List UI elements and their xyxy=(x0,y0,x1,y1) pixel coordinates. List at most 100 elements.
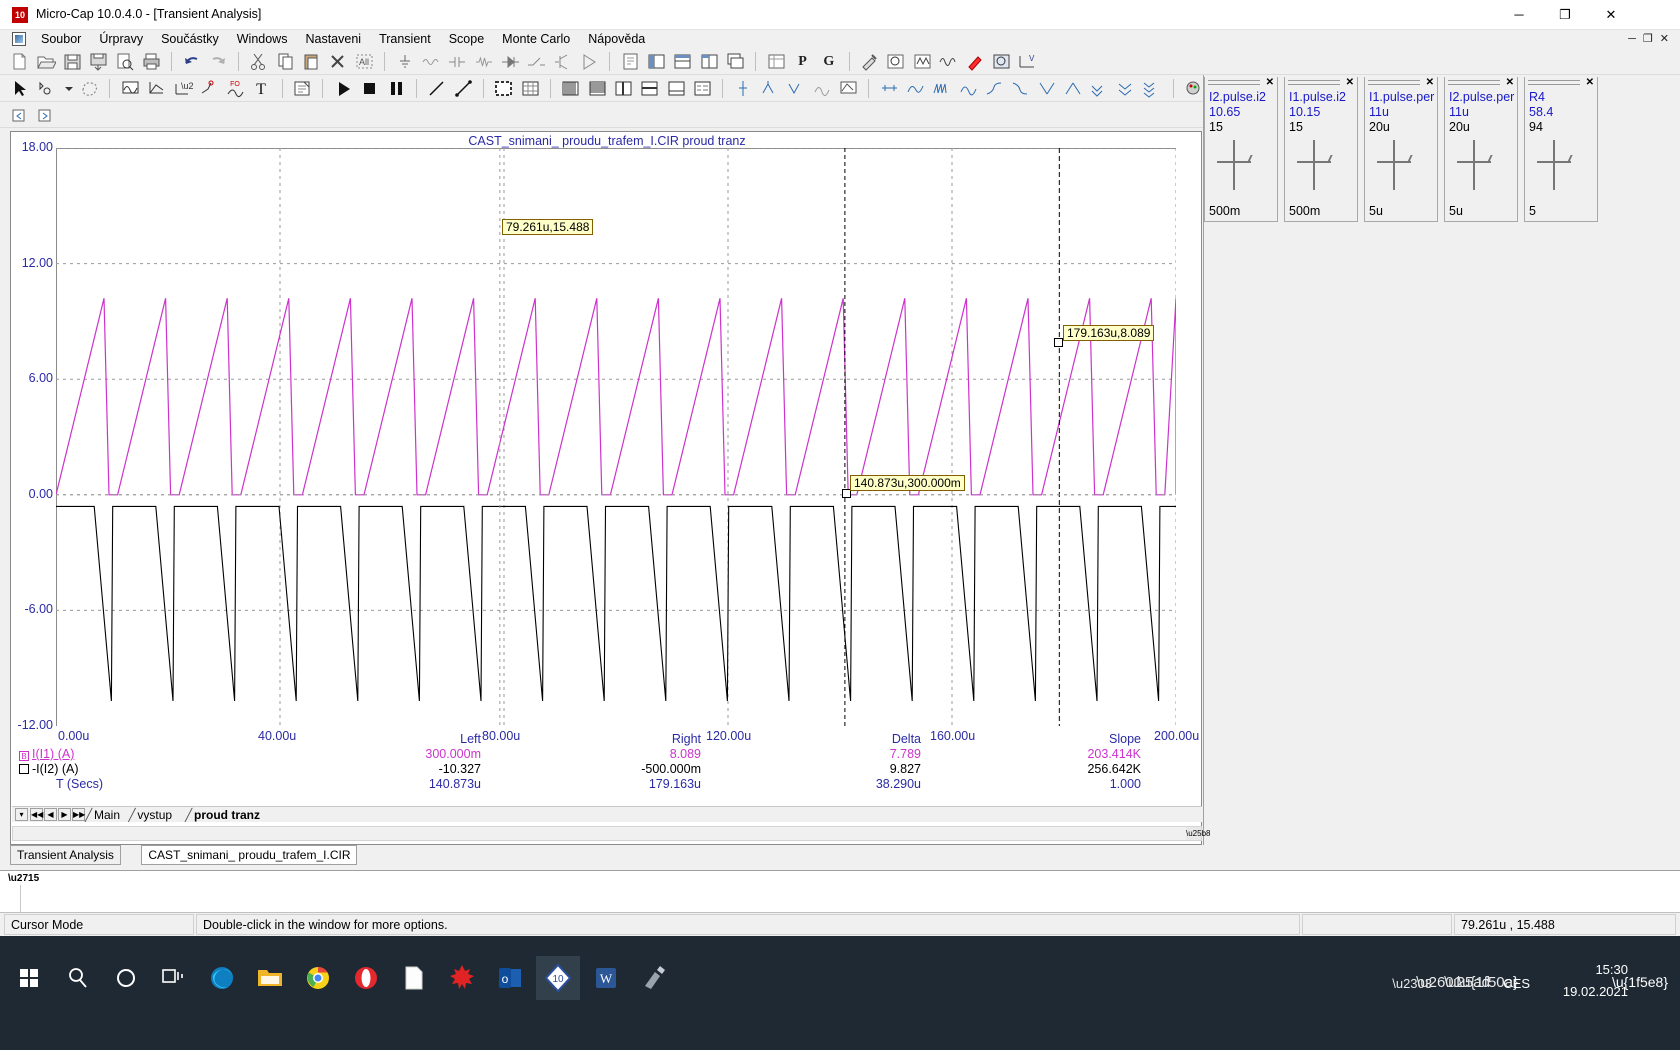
slider-panel[interactable]: ✕ I1.pulse.i2 10.15 15 500m xyxy=(1284,77,1358,222)
derivative-icon[interactable] xyxy=(199,78,220,99)
menu-item-scope[interactable]: Scope xyxy=(440,30,493,48)
paste-icon[interactable] xyxy=(301,51,322,72)
page-tab-proud-tranz[interactable]: proud tranz xyxy=(194,808,260,822)
triple-chevron-icon[interactable] xyxy=(1142,78,1163,99)
close-icon[interactable]: ✕ xyxy=(1346,77,1354,88)
slider-thumb[interactable] xyxy=(1377,161,1411,163)
close-icon[interactable]: ✕ xyxy=(1266,77,1274,88)
cut-icon[interactable] xyxy=(248,51,269,72)
scope-view-icon[interactable] xyxy=(991,51,1012,72)
menu-item-nastaveni[interactable]: Nastaveni xyxy=(296,30,370,48)
task-view-button[interactable] xyxy=(152,956,196,1000)
drag-handle[interactable] xyxy=(1368,80,1420,85)
new-file-icon[interactable] xyxy=(9,51,30,72)
page-prev-button[interactable]: ◀ xyxy=(44,808,57,821)
cursor-high-icon[interactable] xyxy=(812,78,833,99)
page-forward-icon[interactable] xyxy=(35,105,56,126)
notepad-button[interactable] xyxy=(392,956,436,1000)
chevron-down-icon[interactable] xyxy=(62,78,74,99)
close-icon[interactable]: ✕ xyxy=(1426,77,1434,88)
probe-p-icon[interactable]: P xyxy=(792,51,813,72)
slider-panel[interactable]: ✕ I1.pulse.per 11u 20u 5u xyxy=(1364,77,1438,222)
switch-symbol-icon[interactable] xyxy=(526,51,547,72)
menu-item-součástky[interactable]: Součástky xyxy=(152,30,228,48)
page-back-icon[interactable] xyxy=(9,105,30,126)
cursor-mode-icon[interactable] xyxy=(733,78,754,99)
start-button[interactable] xyxy=(8,956,52,1000)
cursor-valley-icon[interactable] xyxy=(785,78,806,99)
stop-icon[interactable] xyxy=(359,78,380,99)
save-all-icon[interactable] xyxy=(88,51,109,72)
curve-color-box[interactable] xyxy=(19,764,29,774)
ground-symbol-icon[interactable] xyxy=(395,51,416,72)
curve-color-box[interactable]: B xyxy=(19,751,29,761)
page-dropdown-button[interactable]: ▾ xyxy=(15,808,28,821)
text-tool-icon[interactable]: T xyxy=(251,78,272,99)
close-icon[interactable]: ✕ xyxy=(1506,77,1514,88)
zoom-window-icon[interactable] xyxy=(885,51,906,72)
copy-icon[interactable] xyxy=(275,51,296,72)
close-icon[interactable]: ✕ xyxy=(1586,77,1594,88)
redo-icon[interactable] xyxy=(208,51,229,72)
variable-stepper-icon[interactable]: V xyxy=(1017,51,1038,72)
performance-tag-icon[interactable] xyxy=(905,78,926,99)
microcap-button[interactable]: 10 xyxy=(536,956,580,1000)
mdi-window-controls[interactable]: ─❐✕ xyxy=(1628,32,1676,45)
language-indicator[interactable]: CES xyxy=(1503,976,1530,991)
probe-g-icon[interactable]: G xyxy=(818,51,839,72)
drag-handle[interactable] xyxy=(1208,80,1260,85)
opera-button[interactable] xyxy=(344,956,388,1000)
page-first-button[interactable]: ◀◀ xyxy=(30,808,43,821)
zigzag-icon[interactable] xyxy=(1089,78,1110,99)
stack-plots-icon[interactable] xyxy=(639,78,660,99)
minimize-button[interactable]: ─ xyxy=(1496,0,1542,30)
select-all-icon[interactable]: All xyxy=(354,51,375,72)
slope-left-icon[interactable] xyxy=(1037,78,1058,99)
diode-symbol-icon[interactable] xyxy=(500,51,521,72)
save-icon[interactable] xyxy=(62,51,83,72)
page-tab-vystup[interactable]: vystup xyxy=(137,808,172,822)
slider-track[interactable] xyxy=(1553,140,1555,190)
horizontal-scrollbar[interactable]: \u25b8 xyxy=(12,826,1210,841)
notifications-icon[interactable]: \u{1f5e8} xyxy=(1612,974,1668,990)
page-setup-icon[interactable] xyxy=(620,51,641,72)
drag-handle[interactable] xyxy=(1448,80,1500,85)
edge-button[interactable] xyxy=(200,956,244,1000)
print-preview-icon[interactable] xyxy=(114,51,135,72)
page-tab-main[interactable]: Main xyxy=(94,808,120,822)
lasso-select-icon[interactable] xyxy=(79,78,100,99)
mdi-restore-button[interactable]: ❐ xyxy=(1643,33,1660,45)
document-tab[interactable]: Transient Analysis xyxy=(10,845,121,865)
menu-item-úrpravy[interactable]: Úrpravy xyxy=(90,30,152,48)
marker-pen-icon[interactable] xyxy=(964,51,985,72)
window-tile-v-icon[interactable] xyxy=(699,51,720,72)
slider-thumb[interactable] xyxy=(1457,161,1491,163)
drag-handle[interactable] xyxy=(1528,80,1580,85)
axis-scale-icon[interactable] xyxy=(146,78,167,99)
cursor-peak-icon[interactable] xyxy=(759,78,780,99)
drag-handle[interactable] xyxy=(1288,80,1340,85)
window-cascade-icon[interactable] xyxy=(725,51,746,72)
word-button[interactable]: W xyxy=(584,956,628,1000)
transistor-symbol-icon[interactable] xyxy=(553,51,574,72)
double-chevron-icon[interactable] xyxy=(1116,78,1137,99)
peak-curve-icon[interactable] xyxy=(958,78,979,99)
properties-icon[interactable] xyxy=(292,78,313,99)
wire-symbol-icon[interactable] xyxy=(421,51,442,72)
menu-item-transient[interactable]: Transient xyxy=(370,30,440,48)
grid-icon[interactable] xyxy=(520,78,541,99)
component-mode-icon[interactable] xyxy=(35,78,56,99)
select-arrow-icon[interactable] xyxy=(9,78,30,99)
scroll-right-arrow[interactable]: \u25b8 xyxy=(1186,827,1210,840)
cortana-button[interactable] xyxy=(104,956,148,1000)
menu-item-nápověda[interactable]: Nápověda xyxy=(579,30,654,48)
slider-thumb[interactable] xyxy=(1297,161,1331,163)
window-split-icon[interactable] xyxy=(646,51,667,72)
waveform-icon[interactable] xyxy=(938,51,959,72)
readout-row-label[interactable]: T (Secs) xyxy=(56,777,103,791)
waveform-buffer-icon[interactable] xyxy=(912,51,933,72)
mdi-close-button[interactable]: ✕ xyxy=(1660,33,1676,45)
horizontal-tag-icon[interactable] xyxy=(879,78,900,99)
slider-track[interactable] xyxy=(1393,140,1395,190)
slider-track[interactable] xyxy=(1233,140,1235,190)
